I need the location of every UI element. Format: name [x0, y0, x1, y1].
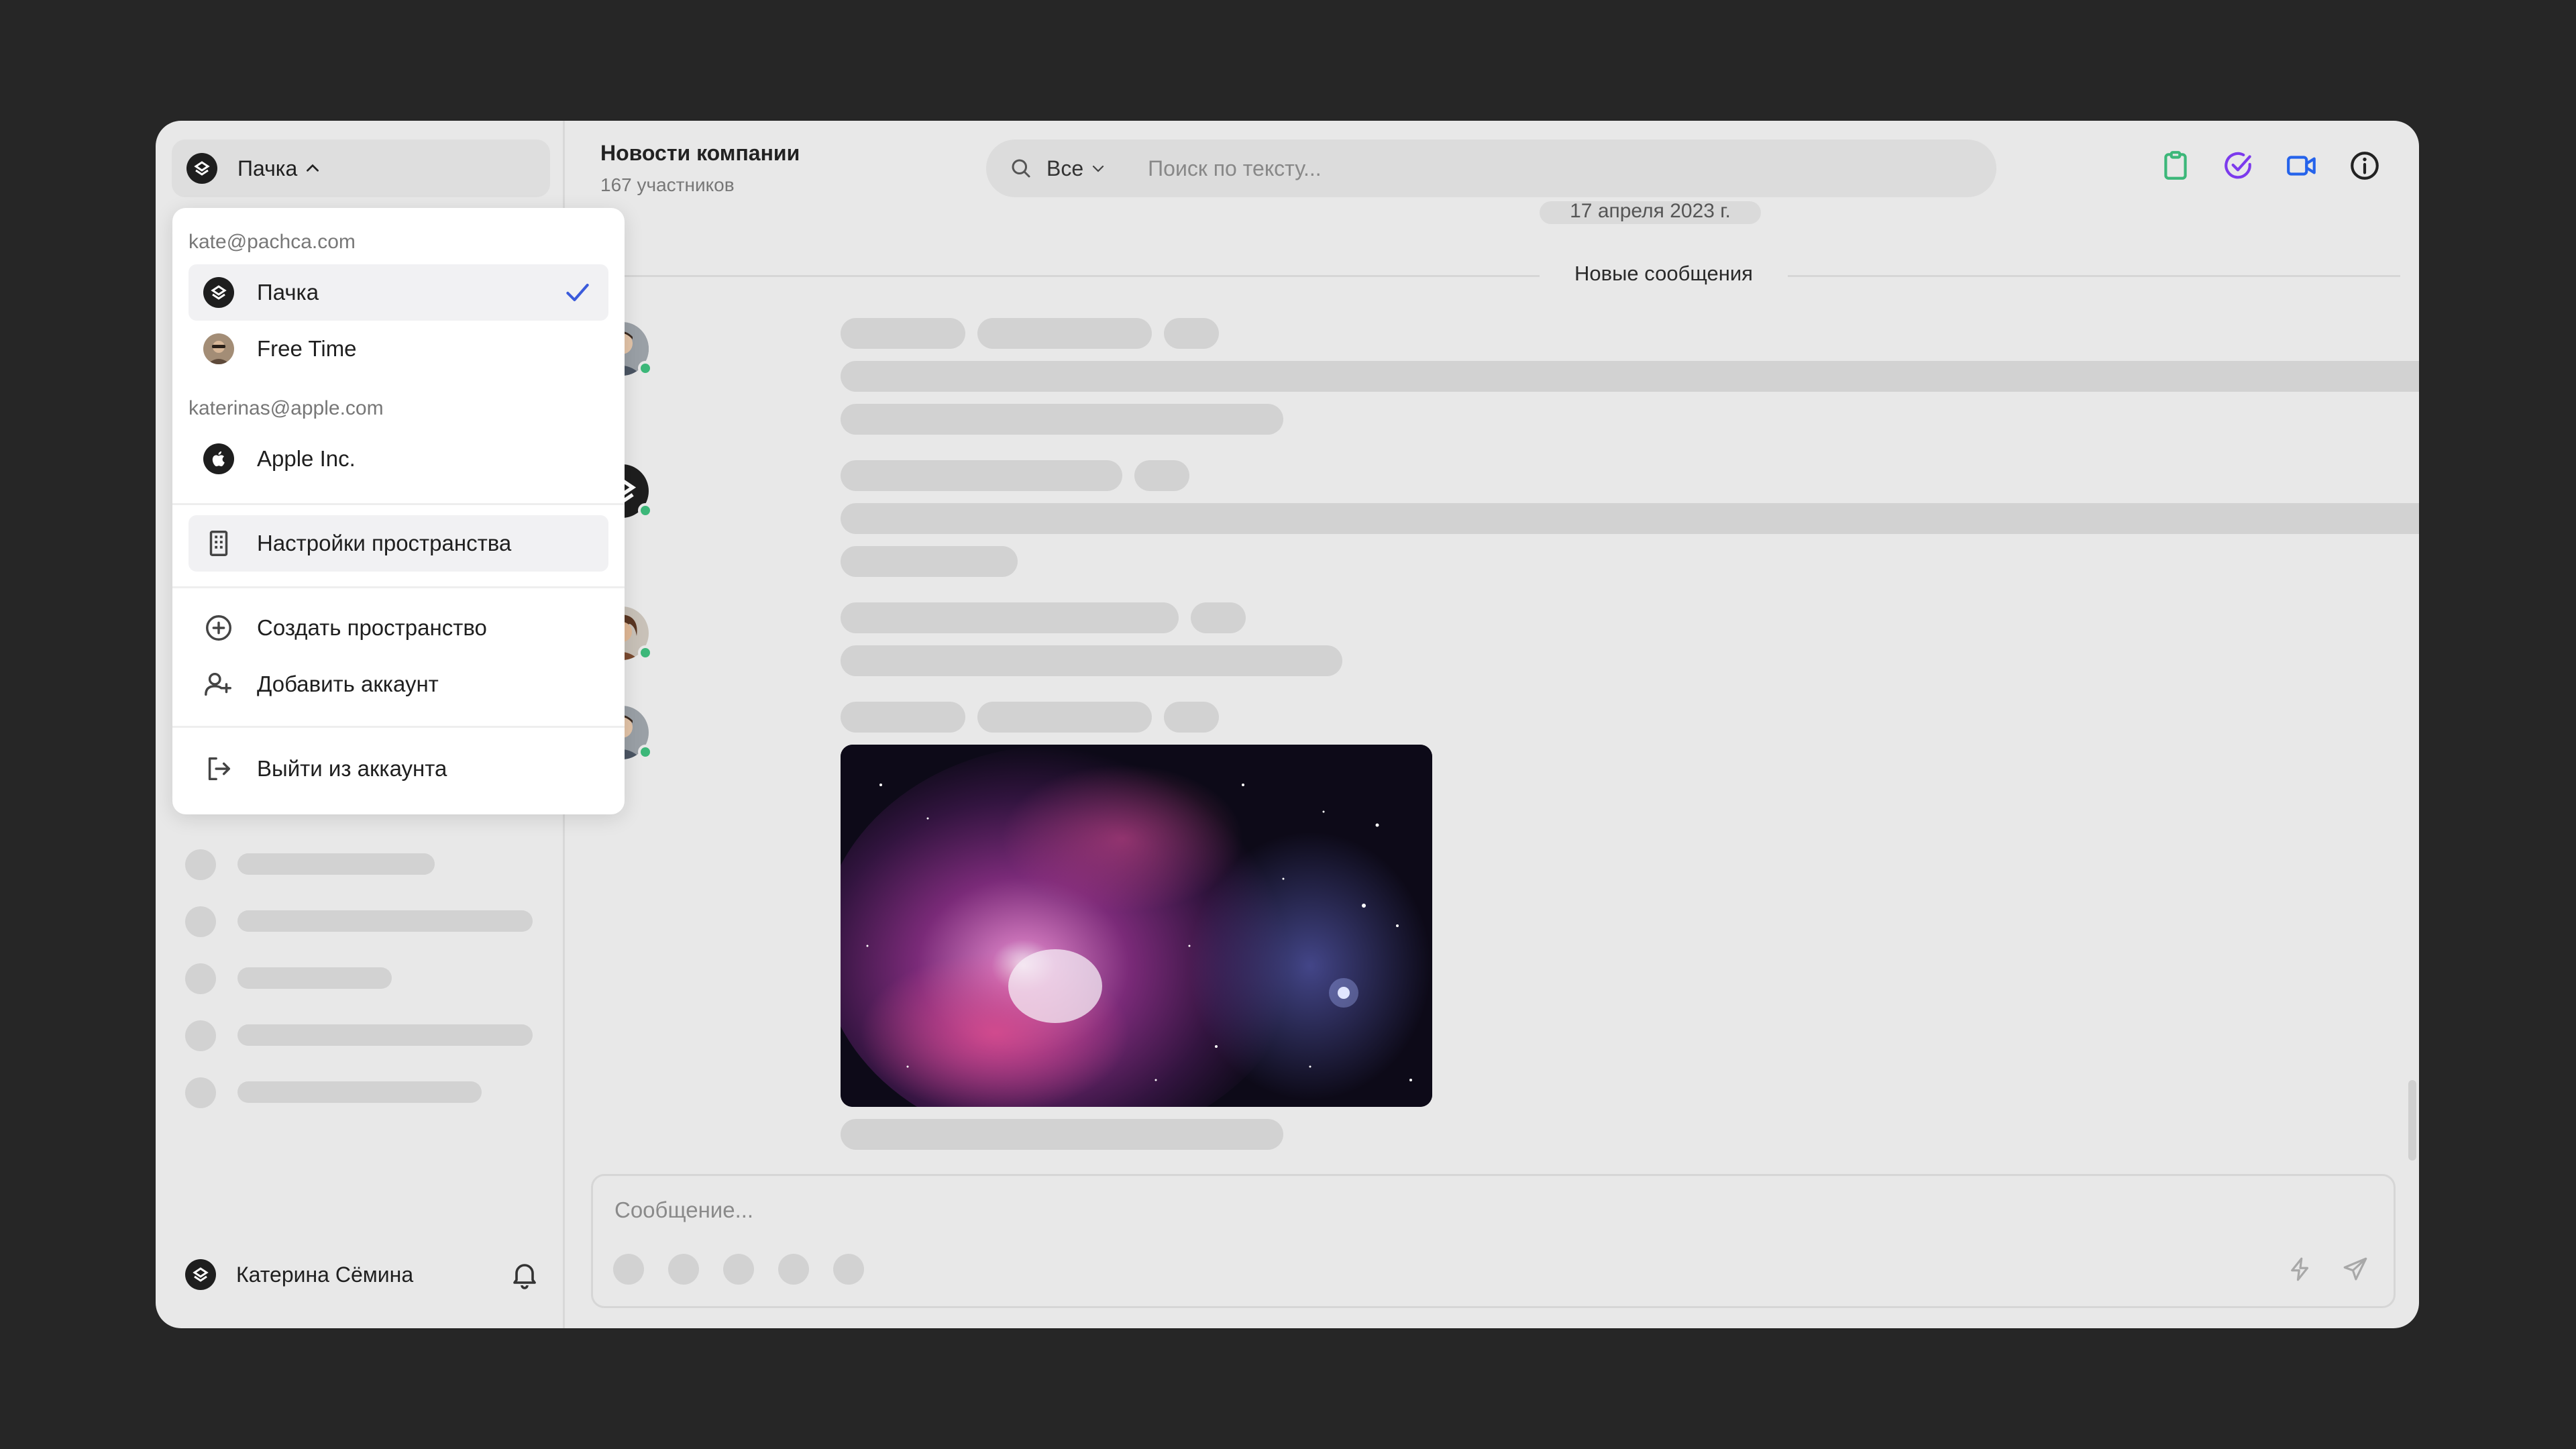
- create-space-item[interactable]: Создать пространство: [189, 600, 608, 656]
- member-count[interactable]: 167 участников: [600, 174, 735, 196]
- chat-title[interactable]: Новости компании: [600, 141, 800, 166]
- skeleton-line: [237, 910, 533, 932]
- space-label: Apple Inc.: [257, 446, 356, 471]
- pachca-logo-icon: [203, 277, 234, 308]
- skeleton-line: [237, 853, 435, 875]
- app-window: Пачка Катерина Сёмина Новости компании 1…: [156, 121, 2419, 1328]
- skeleton-line: [1164, 702, 1219, 733]
- new-messages-label: Новые сообщения: [1540, 262, 1788, 286]
- skeleton-dot: [185, 1077, 216, 1108]
- search-bar[interactable]: Все Поиск по тексту...: [986, 140, 1996, 197]
- add-account-label: Добавить аккаунт: [257, 672, 439, 696]
- chevron-down-icon: [1093, 165, 1104, 172]
- bell-icon[interactable]: [508, 1258, 541, 1291]
- skeleton-dot: [185, 1020, 216, 1051]
- online-indicator: [638, 503, 653, 518]
- pachca-logo-icon: [186, 153, 217, 184]
- create-space-label: Создать пространство: [257, 615, 487, 640]
- space-item-pachca[interactable]: Пачка: [189, 264, 608, 321]
- online-indicator: [638, 361, 653, 376]
- space-item-apple[interactable]: Apple Inc.: [189, 431, 608, 487]
- chevron-up-icon: [307, 164, 319, 172]
- menu-divider: [172, 726, 625, 728]
- skeleton-line: [977, 702, 1152, 733]
- account-email: katerinas@apple.com: [189, 397, 384, 419]
- skeleton-dot: [185, 849, 216, 880]
- message-composer[interactable]: Сообщение...: [591, 1174, 2396, 1308]
- date-separator: 17 апреля 2023 г.: [1540, 201, 1761, 224]
- space-label: Пачка: [257, 280, 319, 305]
- skeleton-line: [1164, 318, 1219, 349]
- space-item-free-time[interactable]: Free Time: [189, 321, 608, 377]
- skeleton-line: [841, 503, 2419, 534]
- skeleton-line: [977, 318, 1152, 349]
- user-plus-icon: [205, 672, 231, 696]
- logout-label: Выйти из аккаунта: [257, 756, 447, 781]
- logout-icon: [208, 757, 231, 781]
- skeleton-line: [841, 318, 965, 349]
- workspace-menu: kate@pachca.com Пачка Free Time katerina…: [172, 208, 625, 814]
- scrollbar[interactable]: [2408, 1080, 2416, 1161]
- info-icon[interactable]: [2348, 149, 2381, 182]
- account-email: kate@pachca.com: [189, 231, 356, 253]
- workspace-name: Пачка: [237, 156, 298, 180]
- current-user[interactable]: Катерина Сёмина: [185, 1254, 541, 1295]
- skeleton-line: [237, 1024, 533, 1046]
- search-filter-dropdown[interactable]: Все: [1046, 156, 1106, 181]
- user-avatar: [185, 1259, 216, 1290]
- skeleton-line: [841, 1119, 1283, 1150]
- space-label: Free Time: [257, 336, 357, 361]
- chat-area: Новости компании 167 участников Все Поис…: [567, 121, 2419, 1328]
- message-input[interactable]: Сообщение...: [614, 1197, 753, 1223]
- skeleton-line: [841, 702, 965, 733]
- search-input[interactable]: Поиск по тексту...: [1148, 156, 1322, 181]
- add-account-item[interactable]: Добавить аккаунт: [189, 656, 608, 712]
- skeleton-dot: [185, 906, 216, 937]
- skeleton-line: [841, 546, 1018, 577]
- skeleton-line: [1134, 460, 1189, 491]
- online-indicator: [638, 745, 653, 759]
- skeleton-line: [237, 1081, 482, 1103]
- lightning-icon[interactable]: [2286, 1255, 2314, 1283]
- skeleton-line: [841, 645, 1342, 676]
- video-icon[interactable]: [2285, 149, 2318, 182]
- skeleton-line: [237, 967, 392, 989]
- send-icon[interactable]: [2341, 1255, 2369, 1283]
- plus-circle-icon: [206, 615, 231, 641]
- skeleton-line: [841, 361, 2419, 392]
- search-filter-label: Все: [1046, 156, 1084, 180]
- building-icon: [209, 531, 228, 556]
- skeleton-dot: [185, 963, 216, 994]
- online-indicator: [638, 645, 653, 660]
- clipboard-icon[interactable]: [2159, 149, 2192, 182]
- new-messages-divider: [600, 275, 2400, 277]
- menu-divider: [172, 586, 625, 588]
- free-time-avatar: [203, 333, 234, 364]
- skeleton-dot: [668, 1254, 699, 1285]
- skeleton-dot: [613, 1254, 644, 1285]
- nebula-image[interactable]: [841, 745, 1432, 1107]
- skeleton-line: [1191, 602, 1246, 633]
- space-settings-label: Настройки пространства: [257, 531, 512, 555]
- skeleton-dot: [778, 1254, 809, 1285]
- search-icon: [1012, 159, 1030, 178]
- apple-logo-icon: [203, 443, 234, 474]
- workspace-switcher[interactable]: Пачка: [172, 140, 550, 197]
- skeleton-line: [841, 602, 1179, 633]
- user-name: Катерина Сёмина: [236, 1262, 414, 1287]
- skeleton-dot: [833, 1254, 864, 1285]
- skeleton-line: [841, 404, 1283, 435]
- space-settings-item[interactable]: Настройки пространства: [189, 515, 608, 572]
- menu-divider: [172, 503, 625, 505]
- header-actions: [2159, 149, 2381, 182]
- check-icon: [566, 283, 589, 302]
- check-circle-icon[interactable]: [2222, 149, 2255, 182]
- logout-item[interactable]: Выйти из аккаунта: [189, 741, 608, 797]
- skeleton-dot: [723, 1254, 754, 1285]
- skeleton-line: [841, 460, 1122, 491]
